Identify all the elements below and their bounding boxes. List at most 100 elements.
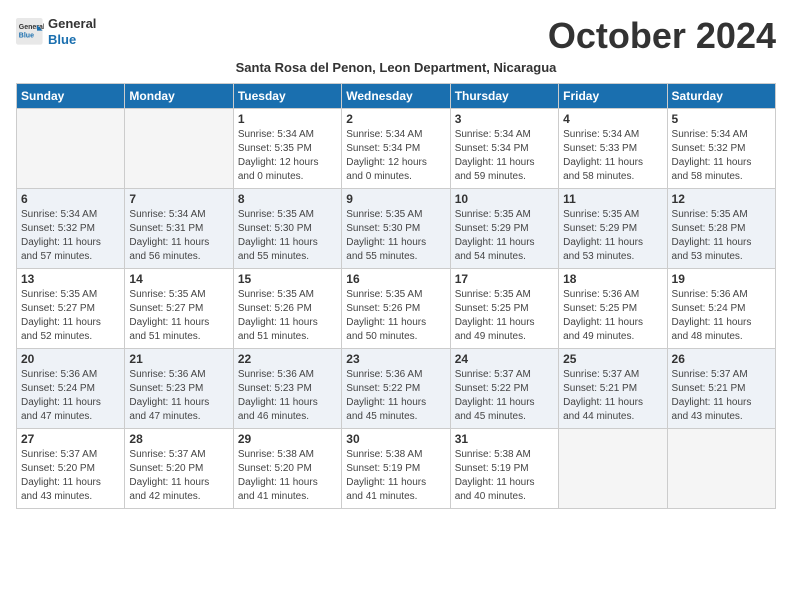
header-cell-sunday: Sunday xyxy=(17,83,125,108)
header-cell-wednesday: Wednesday xyxy=(342,83,450,108)
calendar-cell: 16 Sunrise: 5:35 AM Sunset: 5:26 PM Dayli… xyxy=(342,268,450,348)
day-info: Sunrise: 5:35 AM Sunset: 5:26 PM Dayligh… xyxy=(238,288,337,344)
calendar-table: SundayMondayTuesdayWednesdayThursdayFrid… xyxy=(16,83,776,509)
calendar-cell: 13 Sunrise: 5:35 AM Sunset: 5:27 PM Dayli… xyxy=(17,268,125,348)
week-row-5: 27 Sunrise: 5:37 AM Sunset: 5:20 PM Dayli… xyxy=(17,428,776,508)
calendar-cell: 31Sunrise: 5:38 AM Sunset: 5:19 PM Dayli… xyxy=(450,428,558,508)
calendar-cell: 20 Sunrise: 5:36 AM Sunset: 5:24 PM Dayli… xyxy=(17,348,125,428)
day-number: 14 xyxy=(129,272,228,286)
day-number: 22 xyxy=(238,352,337,366)
day-info: Sunrise: 5:34 AM Sunset: 5:35 PM Dayligh… xyxy=(238,128,337,184)
day-number: 15 xyxy=(238,272,337,286)
day-info: Sunrise: 5:35 AM Sunset: 5:27 PM Dayligh… xyxy=(21,288,120,344)
day-number: 16 xyxy=(346,272,445,286)
day-info: Sunrise: 5:36 AM Sunset: 5:22 PM Dayligh… xyxy=(346,368,445,424)
week-row-1: 1 Sunrise: 5:34 AM Sunset: 5:35 PM Daylig… xyxy=(17,108,776,188)
day-number: 11 xyxy=(563,192,662,206)
day-info: Sunrise: 5:34 AM Sunset: 5:34 PM Dayligh… xyxy=(455,128,554,184)
calendar-cell: 22 Sunrise: 5:36 AM Sunset: 5:23 PM Dayli… xyxy=(233,348,341,428)
day-info: Sunrise: 5:36 AM Sunset: 5:24 PM Dayligh… xyxy=(672,288,771,344)
logo: General Blue General Blue xyxy=(16,16,96,47)
day-info: Sunrise: 5:35 AM Sunset: 5:30 PM Dayligh… xyxy=(238,208,337,264)
day-info: Sunrise: 5:34 AM Sunset: 5:34 PM Dayligh… xyxy=(346,128,445,184)
day-info: Sunrise: 5:34 AM Sunset: 5:31 PM Dayligh… xyxy=(129,208,228,264)
calendar-cell: 29Sunrise: 5:38 AM Sunset: 5:20 PM Dayli… xyxy=(233,428,341,508)
calendar-cell: 2Sunrise: 5:34 AM Sunset: 5:34 PM Daylig… xyxy=(342,108,450,188)
day-info: Sunrise: 5:37 AM Sunset: 5:20 PM Dayligh… xyxy=(21,448,120,504)
calendar-cell: 7 Sunrise: 5:34 AM Sunset: 5:31 PM Daylig… xyxy=(125,188,233,268)
day-info: Sunrise: 5:34 AM Sunset: 5:32 PM Dayligh… xyxy=(21,208,120,264)
day-number: 30 xyxy=(346,432,445,446)
header-cell-thursday: Thursday xyxy=(450,83,558,108)
day-info: Sunrise: 5:35 AM Sunset: 5:27 PM Dayligh… xyxy=(129,288,228,344)
header-cell-friday: Friday xyxy=(559,83,667,108)
calendar-cell: 11Sunrise: 5:35 AM Sunset: 5:29 PM Dayli… xyxy=(559,188,667,268)
day-number: 27 xyxy=(21,432,120,446)
day-number: 21 xyxy=(129,352,228,366)
week-row-3: 13 Sunrise: 5:35 AM Sunset: 5:27 PM Dayli… xyxy=(17,268,776,348)
calendar-cell xyxy=(559,428,667,508)
day-number: 9 xyxy=(346,192,445,206)
day-number: 7 xyxy=(129,192,228,206)
day-info: Sunrise: 5:34 AM Sunset: 5:33 PM Dayligh… xyxy=(563,128,662,184)
day-info: Sunrise: 5:38 AM Sunset: 5:19 PM Dayligh… xyxy=(346,448,445,504)
page-header: General Blue General Blue October 2024 xyxy=(16,16,776,56)
day-number: 4 xyxy=(563,112,662,126)
day-number: 19 xyxy=(672,272,771,286)
calendar-cell: 25 Sunrise: 5:37 AM Sunset: 5:21 PM Dayli… xyxy=(559,348,667,428)
day-info: Sunrise: 5:36 AM Sunset: 5:23 PM Dayligh… xyxy=(129,368,228,424)
calendar-cell: 14 Sunrise: 5:35 AM Sunset: 5:27 PM Dayli… xyxy=(125,268,233,348)
calendar-cell xyxy=(125,108,233,188)
calendar-cell: 19 Sunrise: 5:36 AM Sunset: 5:24 PM Dayli… xyxy=(667,268,775,348)
calendar-cell: 24Sunrise: 5:37 AM Sunset: 5:22 PM Dayli… xyxy=(450,348,558,428)
day-number: 31 xyxy=(455,432,554,446)
header-cell-saturday: Saturday xyxy=(667,83,775,108)
week-row-4: 20 Sunrise: 5:36 AM Sunset: 5:24 PM Dayli… xyxy=(17,348,776,428)
calendar-cell xyxy=(667,428,775,508)
day-info: Sunrise: 5:36 AM Sunset: 5:25 PM Dayligh… xyxy=(563,288,662,344)
day-info: Sunrise: 5:34 AM Sunset: 5:32 PM Dayligh… xyxy=(672,128,771,184)
day-number: 12 xyxy=(672,192,771,206)
header-cell-tuesday: Tuesday xyxy=(233,83,341,108)
day-number: 28 xyxy=(129,432,228,446)
day-number: 20 xyxy=(21,352,120,366)
calendar-cell: 23 Sunrise: 5:36 AM Sunset: 5:22 PM Dayli… xyxy=(342,348,450,428)
day-number: 24 xyxy=(455,352,554,366)
calendar-cell: 26Sunrise: 5:37 AM Sunset: 5:21 PM Dayli… xyxy=(667,348,775,428)
logo-icon: General Blue xyxy=(16,18,44,46)
calendar-cell: 5 Sunrise: 5:34 AM Sunset: 5:32 PM Daylig… xyxy=(667,108,775,188)
day-info: Sunrise: 5:35 AM Sunset: 5:30 PM Dayligh… xyxy=(346,208,445,264)
day-number: 18 xyxy=(563,272,662,286)
day-info: Sunrise: 5:36 AM Sunset: 5:23 PM Dayligh… xyxy=(238,368,337,424)
header-cell-monday: Monday xyxy=(125,83,233,108)
calendar-cell: 27 Sunrise: 5:37 AM Sunset: 5:20 PM Dayli… xyxy=(17,428,125,508)
calendar-cell: 21 Sunrise: 5:36 AM Sunset: 5:23 PM Dayli… xyxy=(125,348,233,428)
day-info: Sunrise: 5:37 AM Sunset: 5:21 PM Dayligh… xyxy=(563,368,662,424)
day-info: Sunrise: 5:36 AM Sunset: 5:24 PM Dayligh… xyxy=(21,368,120,424)
day-info: Sunrise: 5:35 AM Sunset: 5:25 PM Dayligh… xyxy=(455,288,554,344)
calendar-cell: 6 Sunrise: 5:34 AM Sunset: 5:32 PM Daylig… xyxy=(17,188,125,268)
day-number: 1 xyxy=(238,112,337,126)
title-section: October 2024 xyxy=(548,16,776,56)
calendar-cell: 28Sunrise: 5:37 AM Sunset: 5:20 PM Dayli… xyxy=(125,428,233,508)
logo-general: General xyxy=(48,16,96,32)
subtitle: Santa Rosa del Penon, Leon Department, N… xyxy=(16,60,776,75)
month-title: October 2024 xyxy=(548,16,776,56)
week-row-2: 6 Sunrise: 5:34 AM Sunset: 5:32 PM Daylig… xyxy=(17,188,776,268)
day-number: 8 xyxy=(238,192,337,206)
calendar-cell: 4 Sunrise: 5:34 AM Sunset: 5:33 PM Daylig… xyxy=(559,108,667,188)
day-number: 26 xyxy=(672,352,771,366)
day-number: 23 xyxy=(346,352,445,366)
calendar-cell: 1 Sunrise: 5:34 AM Sunset: 5:35 PM Daylig… xyxy=(233,108,341,188)
calendar-cell: 30 Sunrise: 5:38 AM Sunset: 5:19 PM Dayli… xyxy=(342,428,450,508)
day-number: 25 xyxy=(563,352,662,366)
day-info: Sunrise: 5:35 AM Sunset: 5:26 PM Dayligh… xyxy=(346,288,445,344)
header-row: SundayMondayTuesdayWednesdayThursdayFrid… xyxy=(17,83,776,108)
day-number: 29 xyxy=(238,432,337,446)
day-number: 13 xyxy=(21,272,120,286)
day-number: 5 xyxy=(672,112,771,126)
day-info: Sunrise: 5:35 AM Sunset: 5:28 PM Dayligh… xyxy=(672,208,771,264)
calendar-cell xyxy=(17,108,125,188)
day-number: 17 xyxy=(455,272,554,286)
day-number: 6 xyxy=(21,192,120,206)
